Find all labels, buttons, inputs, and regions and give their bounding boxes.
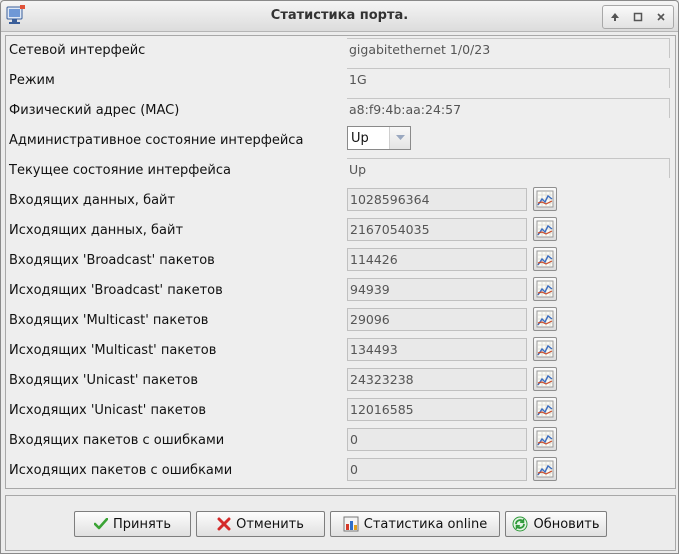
field-row-admin-state: Административное состояние интерфейса Up (6, 126, 675, 156)
restore-button[interactable] (626, 6, 649, 28)
refresh-label: Обновить (533, 516, 600, 532)
counter-label: Исходящих данных, байт (9, 223, 184, 238)
counter-row: Входящих 'Unicast' пакетов 24323238 (6, 366, 675, 396)
counter-value: 29096 (347, 308, 527, 331)
graph-icon (536, 340, 554, 358)
counter-row: Входящих пакетов с ошибками 0 (6, 426, 675, 456)
checkmark-icon (93, 518, 108, 530)
graph-icon (536, 190, 554, 208)
restore-icon (633, 12, 643, 22)
graph-button[interactable] (533, 457, 557, 481)
counter-label: Входящих данных, байт (9, 193, 176, 208)
graph-button[interactable] (533, 187, 557, 211)
counter-value: 2167054035 (347, 218, 527, 241)
field-row-mac: Физический адрес (MAC) a8:f9:4b:aa:24:57 (6, 96, 675, 126)
counter-row: Исходящих 'Unicast' пакетов 12016585 (6, 396, 675, 426)
online-statistics-button[interactable]: Статистика online (330, 511, 500, 537)
graph-button[interactable] (533, 337, 557, 361)
counter-row: Входящих данных, байт 1028596364 (6, 186, 675, 216)
graph-icon (536, 400, 554, 418)
counter-row: Входящих 'Broadcast' пакетов 114426 (6, 246, 675, 276)
mac-value: a8:f9:4b:aa:24:57 (347, 98, 670, 118)
close-button[interactable] (650, 6, 673, 28)
title-bar[interactable]: Статистика порта. (1, 1, 678, 32)
counter-row: Входящих 'Multicast' пакетов 29096 (6, 306, 675, 336)
graph-button[interactable] (533, 367, 557, 391)
online-statistics-label: Статистика online (363, 516, 488, 532)
graph-button[interactable] (533, 307, 557, 331)
counter-label: Входящих пакетов с ошибками (9, 433, 225, 448)
counter-row: Исходящих данных, байт 2167054035 (6, 216, 675, 246)
counter-value: 0 (347, 428, 527, 451)
counter-label: Исходящих 'Broadcast' пакетов (9, 283, 223, 298)
counter-value: 0 (347, 458, 527, 481)
mode-value: 1G (347, 68, 670, 88)
graph-button[interactable] (533, 427, 557, 451)
statistics-panel: Сетевой интерфейс gigabitethernet 1/0/23… (5, 35, 676, 489)
counter-value: 12016585 (347, 398, 527, 421)
counter-row: Исходящих 'Broadcast' пакетов 94939 (6, 276, 675, 306)
refresh-button[interactable]: Обновить (505, 511, 607, 537)
cancel-x-icon (217, 517, 231, 531)
button-bar: Принять Отменить Статистика online Обнов… (5, 495, 676, 551)
window-controls (602, 5, 674, 29)
graph-button[interactable] (533, 397, 557, 421)
graph-icon (536, 460, 554, 478)
chevron-down-icon (395, 135, 405, 140)
graph-icon (536, 430, 554, 448)
accept-label: Принять (112, 516, 172, 532)
counter-value: 1028596364 (347, 188, 527, 211)
counter-row: Исходящих пакетов с ошибками 0 (6, 456, 675, 486)
graph-icon (536, 370, 554, 388)
admin-state-select[interactable]: Up (347, 126, 411, 150)
field-label: Физический адрес (MAC) (9, 103, 180, 118)
counter-value: 94939 (347, 278, 527, 301)
counter-label: Входящих 'Broadcast' пакетов (9, 253, 215, 268)
window-title: Статистика порта. (270, 8, 409, 23)
graph-icon (536, 220, 554, 238)
counter-value: 24323238 (347, 368, 527, 391)
accept-button[interactable]: Принять (74, 511, 191, 537)
graph-icon (536, 310, 554, 328)
counter-row: Исходящих 'Multicast' пакетов 134493 (6, 336, 675, 366)
counter-value: 134493 (347, 338, 527, 361)
cancel-button[interactable]: Отменить (196, 511, 325, 537)
graph-button[interactable] (533, 277, 557, 301)
field-label: Текущее состояние интерфейса (9, 163, 231, 178)
maximize-up-button[interactable] (603, 6, 626, 28)
current-state-value: Up (347, 158, 670, 178)
counter-value: 114426 (347, 248, 527, 271)
counter-label: Входящих 'Multicast' пакетов (9, 313, 209, 328)
refresh-icon (512, 516, 528, 532)
cancel-label: Отменить (236, 516, 304, 532)
counter-label: Исходящих 'Multicast' пакетов (9, 343, 217, 358)
admin-state-value: Up (351, 131, 369, 146)
arrow-up-icon (610, 13, 619, 21)
graph-button[interactable] (533, 217, 557, 241)
counter-label: Исходящих пакетов с ошибками (9, 463, 233, 478)
graph-button[interactable] (533, 247, 557, 271)
field-label: Режим (9, 73, 55, 88)
field-row-mode: Режим 1G (6, 66, 675, 96)
field-row-current-state: Текущее состояние интерфейса Up (6, 156, 675, 186)
graph-icon (536, 280, 554, 298)
port-statistics-dialog: Статистика порта. Сетевой интерфейс giga… (0, 0, 679, 554)
graph-icon (536, 250, 554, 268)
dropdown-arrow[interactable] (389, 127, 410, 149)
close-icon (657, 13, 665, 21)
interface-value: gigabitethernet 1/0/23 (347, 38, 670, 58)
field-label: Сетевой интерфейс (9, 43, 146, 58)
chart-icon (343, 516, 359, 532)
field-row-interface: Сетевой интерфейс gigabitethernet 1/0/23 (6, 36, 675, 66)
counter-label: Исходящих 'Unicast' пакетов (9, 403, 206, 418)
counter-label: Входящих 'Unicast' пакетов (9, 373, 199, 388)
field-label: Административное состояние интерфейса (9, 133, 304, 148)
